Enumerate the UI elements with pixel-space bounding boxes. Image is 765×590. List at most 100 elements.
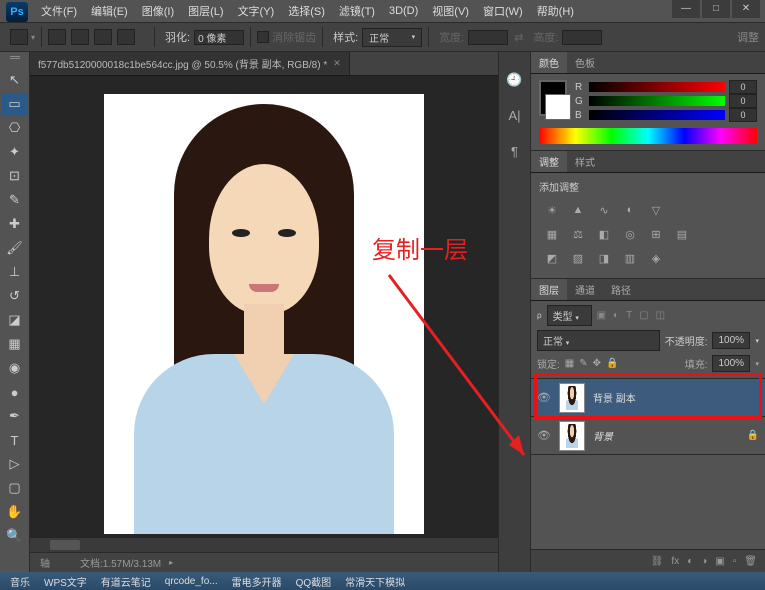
photo-filter-icon[interactable]: ◎: [621, 228, 639, 244]
gradient-tool[interactable]: ▦: [2, 333, 28, 355]
exposure-icon[interactable]: ◐: [621, 204, 639, 220]
paragraph-panel-icon[interactable]: ¶: [506, 144, 524, 160]
levels-icon[interactable]: ▲: [569, 204, 587, 220]
menu-edit[interactable]: 编辑(E): [84, 3, 135, 19]
menu-layer[interactable]: 图层(L): [181, 3, 230, 19]
character-panel-icon[interactable]: A|: [506, 108, 524, 124]
filter-adjust-icon[interactable]: ◐: [613, 310, 619, 321]
minimize-button[interactable]: —: [672, 0, 700, 18]
taskbar-item[interactable]: 音乐: [10, 574, 30, 589]
tool-preset-icon[interactable]: [10, 29, 28, 45]
lasso-tool[interactable]: ⎔: [2, 117, 28, 139]
sel-add-icon[interactable]: [71, 29, 89, 45]
layer-filter-dropdown[interactable]: 类型 ▾: [547, 305, 592, 326]
fill-value[interactable]: 100%: [712, 355, 750, 372]
fx-icon[interactable]: fx: [671, 556, 679, 567]
tab-swatches[interactable]: 色板: [567, 52, 603, 73]
filter-smart-icon[interactable]: ◫: [656, 310, 665, 321]
posterize-icon[interactable]: ▨: [569, 252, 587, 268]
balance-icon[interactable]: ⚖: [569, 228, 587, 244]
bw-icon[interactable]: ◧: [595, 228, 613, 244]
eraser-tool[interactable]: ◪: [2, 309, 28, 331]
tab-adjustments[interactable]: 调整: [531, 151, 567, 172]
fg-bg-swatch[interactable]: [539, 80, 567, 116]
feather-input[interactable]: [194, 30, 244, 45]
menu-3d[interactable]: 3D(D): [382, 5, 425, 17]
layer-name[interactable]: 背景 副本: [593, 390, 759, 405]
sel-int-icon[interactable]: [117, 29, 135, 45]
history-panel-icon[interactable]: 🕘: [506, 72, 524, 88]
blend-mode-dropdown[interactable]: 正常 ▾: [537, 330, 660, 351]
type-tool[interactable]: T: [2, 429, 28, 451]
taskbar-item[interactable]: QQ截图: [296, 574, 332, 589]
menu-file[interactable]: 文件(F): [34, 3, 84, 19]
layer-name[interactable]: 背景: [593, 428, 739, 443]
style-dropdown[interactable]: 正常▾: [362, 28, 422, 47]
layer-thumbnail[interactable]: [559, 421, 585, 451]
invert-icon[interactable]: ◩: [543, 252, 561, 268]
sel-sub-icon[interactable]: [94, 29, 112, 45]
crop-tool[interactable]: ⊡: [2, 165, 28, 187]
document-tab[interactable]: f577db5120000018c1be564cc.jpg @ 50.5% (背…: [30, 52, 350, 75]
layer-row[interactable]: 👁 背景 副本: [531, 379, 765, 417]
opacity-value[interactable]: 100%: [712, 332, 750, 349]
mask-icon[interactable]: ◐: [687, 556, 693, 567]
tab-styles[interactable]: 样式: [567, 151, 603, 172]
menu-view[interactable]: 视图(V): [425, 3, 476, 19]
wand-tool[interactable]: ✦: [2, 141, 28, 163]
selective-color-icon[interactable]: ◈: [647, 252, 665, 268]
sel-new-icon[interactable]: [48, 29, 66, 45]
toolbox-handle[interactable]: [10, 56, 20, 64]
lock-pos-icon[interactable]: ✥: [593, 358, 601, 369]
menu-select[interactable]: 选择(S): [281, 3, 332, 19]
curves-icon[interactable]: ∿: [595, 204, 613, 220]
canvas-viewport[interactable]: [30, 76, 498, 572]
visibility-icon[interactable]: 👁: [537, 429, 551, 442]
group-icon[interactable]: ▣: [715, 556, 724, 567]
brush-tool[interactable]: 🖌: [2, 237, 28, 259]
layer-row[interactable]: 👁 背景 🔒: [531, 417, 765, 455]
move-tool[interactable]: ↖: [2, 69, 28, 91]
shape-tool[interactable]: ▢: [2, 477, 28, 499]
g-slider[interactable]: [589, 96, 725, 106]
close-button[interactable]: ✕: [732, 0, 760, 18]
channel-mixer-icon[interactable]: ⊞: [647, 228, 665, 244]
eyedropper-tool[interactable]: ✎: [2, 189, 28, 211]
heal-tool[interactable]: ✚: [2, 213, 28, 235]
r-slider[interactable]: [589, 82, 725, 92]
tab-paths[interactable]: 路径: [603, 279, 639, 300]
path-select-tool[interactable]: ▷: [2, 453, 28, 475]
menu-type[interactable]: 文字(Y): [231, 3, 282, 19]
visibility-icon[interactable]: 👁: [537, 391, 551, 404]
menu-help[interactable]: 帮助(H): [530, 3, 581, 19]
b-value[interactable]: 0: [729, 108, 757, 122]
brightness-icon[interactable]: ☀: [543, 204, 561, 220]
tab-channels[interactable]: 通道: [567, 279, 603, 300]
vibrance-icon[interactable]: ▽: [647, 204, 665, 220]
r-value[interactable]: 0: [729, 80, 757, 94]
fill-layer-icon[interactable]: ◑: [701, 556, 707, 567]
g-value[interactable]: 0: [729, 94, 757, 108]
link-layers-icon[interactable]: ⛓: [651, 556, 664, 567]
lut-icon[interactable]: ▤: [673, 228, 691, 244]
new-layer-icon[interactable]: ▫: [733, 556, 737, 567]
lock-trans-icon[interactable]: ▦: [565, 358, 574, 369]
taskbar-item[interactable]: qrcode_fo...: [165, 576, 218, 587]
taskbar-item[interactable]: 常滑天下模拟: [345, 574, 405, 589]
taskbar-item[interactable]: 雷电多开器: [232, 574, 282, 589]
close-tab-icon[interactable]: ✕: [333, 58, 341, 69]
menu-window[interactable]: 窗口(W): [476, 3, 530, 19]
tab-color[interactable]: 颜色: [531, 52, 567, 73]
hue-icon[interactable]: ▦: [543, 228, 561, 244]
pen-tool[interactable]: ✒: [2, 405, 28, 427]
dodge-tool[interactable]: ●: [2, 381, 28, 403]
maximize-button[interactable]: □: [702, 0, 730, 18]
filter-shape-icon[interactable]: ▢: [639, 310, 648, 321]
horizontal-scrollbar[interactable]: [30, 538, 498, 552]
zoom-tool[interactable]: 🔍: [2, 525, 28, 547]
filter-pixel-icon[interactable]: ▣: [597, 310, 606, 321]
b-slider[interactable]: [589, 110, 725, 120]
stamp-tool[interactable]: ⊥: [2, 261, 28, 283]
taskbar-item[interactable]: WPS文字: [44, 574, 87, 589]
color-spectrum[interactable]: [539, 128, 757, 144]
